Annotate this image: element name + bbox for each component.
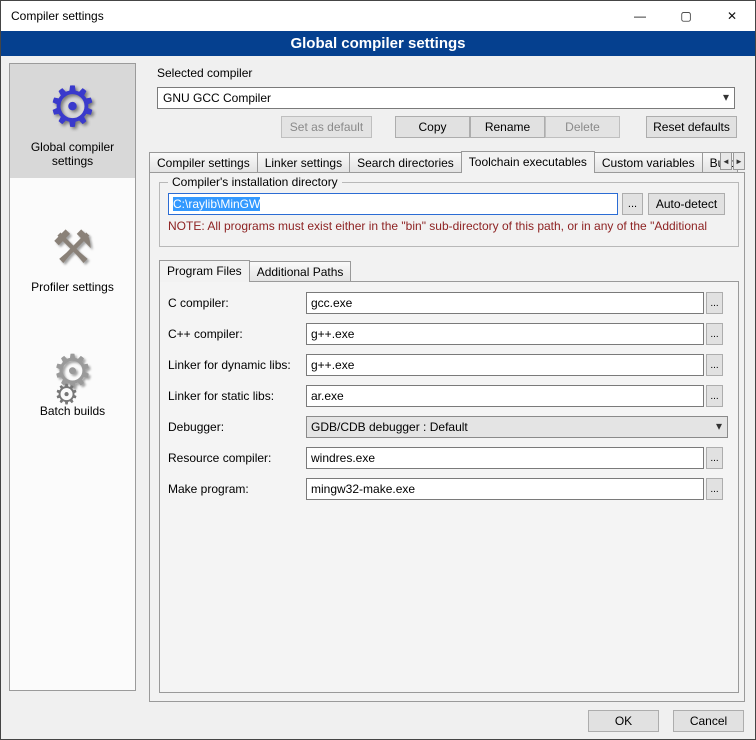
settings-sidebar: ⚙ Global compiler settings ⚒ Profiler se… <box>9 63 136 691</box>
set-as-default-button[interactable]: Set as default <box>281 116 372 138</box>
static-linker-row: Linker for static libs: ar.exe ... <box>168 385 732 407</box>
make-program-row: Make program: mingw32-make.exe ... <box>168 478 732 500</box>
c-compiler-row: C compiler: gcc.exe ... <box>168 292 732 314</box>
dialog-banner: Global compiler settings <box>1 31 755 56</box>
selected-compiler-value: GNU GCC Compiler <box>163 91 271 105</box>
make-program-browse-button[interactable]: ... <box>706 478 723 500</box>
tab-scroll-buttons: ◄ ► <box>719 152 745 170</box>
sidebar-item-profiler-settings[interactable]: ⚒ Profiler settings <box>10 204 135 304</box>
browse-directory-button[interactable]: ... <box>622 193 643 215</box>
compiler-settings-window: Compiler settings — ▢ ✕ Global compiler … <box>0 0 756 740</box>
program-files-panel: C compiler: gcc.exe ... C++ compiler: g+… <box>159 281 739 693</box>
make-program-input[interactable]: mingw32-make.exe <box>306 478 704 500</box>
installation-directory-row: C:\raylib\MinGW ... Auto-detect <box>168 193 732 215</box>
main-content: Selected compiler GNU GCC Compiler ▾ Set… <box>149 63 745 702</box>
title-bar: Compiler settings — ▢ ✕ <box>1 1 755 31</box>
minimize-button[interactable]: — <box>617 1 663 31</box>
reset-defaults-button[interactable]: Reset defaults <box>646 116 737 138</box>
selected-compiler-dropdown[interactable]: GNU GCC Compiler ▾ <box>157 87 735 109</box>
dynamic-linker-row: Linker for dynamic libs: g++.exe ... <box>168 354 732 376</box>
tab-toolchain-executables[interactable]: Toolchain executables <box>461 151 595 173</box>
tab-scroll-left-icon[interactable]: ◄ <box>720 152 732 170</box>
bin-subdirectory-note: NOTE: All programs must exist either in … <box>168 219 730 233</box>
resource-compiler-input[interactable]: windres.exe <box>306 447 704 469</box>
c-compiler-browse-button[interactable]: ... <box>706 292 723 314</box>
dynamic-linker-label: Linker for dynamic libs: <box>168 358 306 372</box>
cancel-button[interactable]: Cancel <box>673 710 744 732</box>
c-compiler-input[interactable]: gcc.exe <box>306 292 704 314</box>
tab-additional-paths[interactable]: Additional Paths <box>249 261 352 281</box>
window-title: Compiler settings <box>1 9 104 23</box>
installation-directory-value: C:\raylib\MinGW <box>173 197 260 211</box>
tab-linker-settings[interactable]: Linker settings <box>257 152 350 172</box>
ok-button[interactable]: OK <box>588 710 659 732</box>
tab-scroll-right-icon[interactable]: ► <box>733 152 745 170</box>
resource-compiler-browse-button[interactable]: ... <box>706 447 723 469</box>
sidebar-item-global-compiler-settings[interactable]: ⚙ Global compiler settings <box>10 64 135 178</box>
delete-button[interactable]: Delete <box>545 116 620 138</box>
static-linker-input[interactable]: ar.exe <box>306 385 704 407</box>
installation-directory-group: Compiler's installation directory C:\ray… <box>159 175 739 247</box>
close-button[interactable]: ✕ <box>709 1 755 31</box>
static-linker-label: Linker for static libs: <box>168 389 306 403</box>
tab-custom-variables[interactable]: Custom variables <box>594 152 703 172</box>
batch-gears-icon: ⚙ ⚙ <box>52 338 93 404</box>
copy-button[interactable]: Copy <box>395 116 470 138</box>
tab-search-directories[interactable]: Search directories <box>349 152 462 172</box>
compiler-actions: Set as default Copy Rename Delete Reset … <box>149 116 745 138</box>
tab-compiler-settings[interactable]: Compiler settings <box>149 152 258 172</box>
maximize-button[interactable]: ▢ <box>663 1 709 31</box>
chevron-down-icon: ▾ <box>716 419 722 433</box>
installation-directory-label: Compiler's installation directory <box>168 175 342 189</box>
debugger-row: Debugger: GDB/CDB debugger : Default ▾ <box>168 416 732 438</box>
installation-directory-input[interactable]: C:\raylib\MinGW <box>168 193 618 215</box>
rename-button[interactable]: Rename <box>470 116 545 138</box>
debugger-value: GDB/CDB debugger : Default <box>311 420 468 434</box>
program-files-tab-bar: Program Files Additional Paths <box>159 259 350 281</box>
auto-detect-button[interactable]: Auto-detect <box>648 193 725 215</box>
resource-compiler-label: Resource compiler: <box>168 451 306 465</box>
sidebar-item-label: Profiler settings <box>31 280 114 294</box>
cpp-compiler-browse-button[interactable]: ... <box>706 323 723 345</box>
profiler-tool-icon: ⚒ <box>52 214 93 280</box>
cpp-compiler-label: C++ compiler: <box>168 327 306 341</box>
toolchain-executables-panel: Compiler's installation directory C:\ray… <box>149 172 745 702</box>
settings-tab-bar: Compiler settings Linker settings Search… <box>149 150 745 172</box>
make-program-label: Make program: <box>168 482 306 496</box>
gear-blue-icon: ⚙ <box>47 74 97 140</box>
c-compiler-label: C compiler: <box>168 296 306 310</box>
chevron-down-icon: ▾ <box>723 90 729 104</box>
cpp-compiler-row: C++ compiler: g++.exe ... <box>168 323 732 345</box>
sidebar-item-batch-builds[interactable]: ⚙ ⚙ Batch builds <box>10 328 135 428</box>
resource-compiler-row: Resource compiler: windres.exe ... <box>168 447 732 469</box>
cpp-compiler-input[interactable]: g++.exe <box>306 323 704 345</box>
tab-program-files[interactable]: Program Files <box>159 260 250 282</box>
sidebar-item-label: Global compiler settings <box>13 140 132 168</box>
window-controls: — ▢ ✕ <box>617 1 755 31</box>
banner-title: Global compiler settings <box>290 35 465 52</box>
static-linker-browse-button[interactable]: ... <box>706 385 723 407</box>
debugger-label: Debugger: <box>168 420 306 434</box>
dynamic-linker-browse-button[interactable]: ... <box>706 354 723 376</box>
selected-compiler-label: Selected compiler <box>157 66 745 81</box>
dynamic-linker-input[interactable]: g++.exe <box>306 354 704 376</box>
debugger-dropdown[interactable]: GDB/CDB debugger : Default ▾ <box>306 416 728 438</box>
